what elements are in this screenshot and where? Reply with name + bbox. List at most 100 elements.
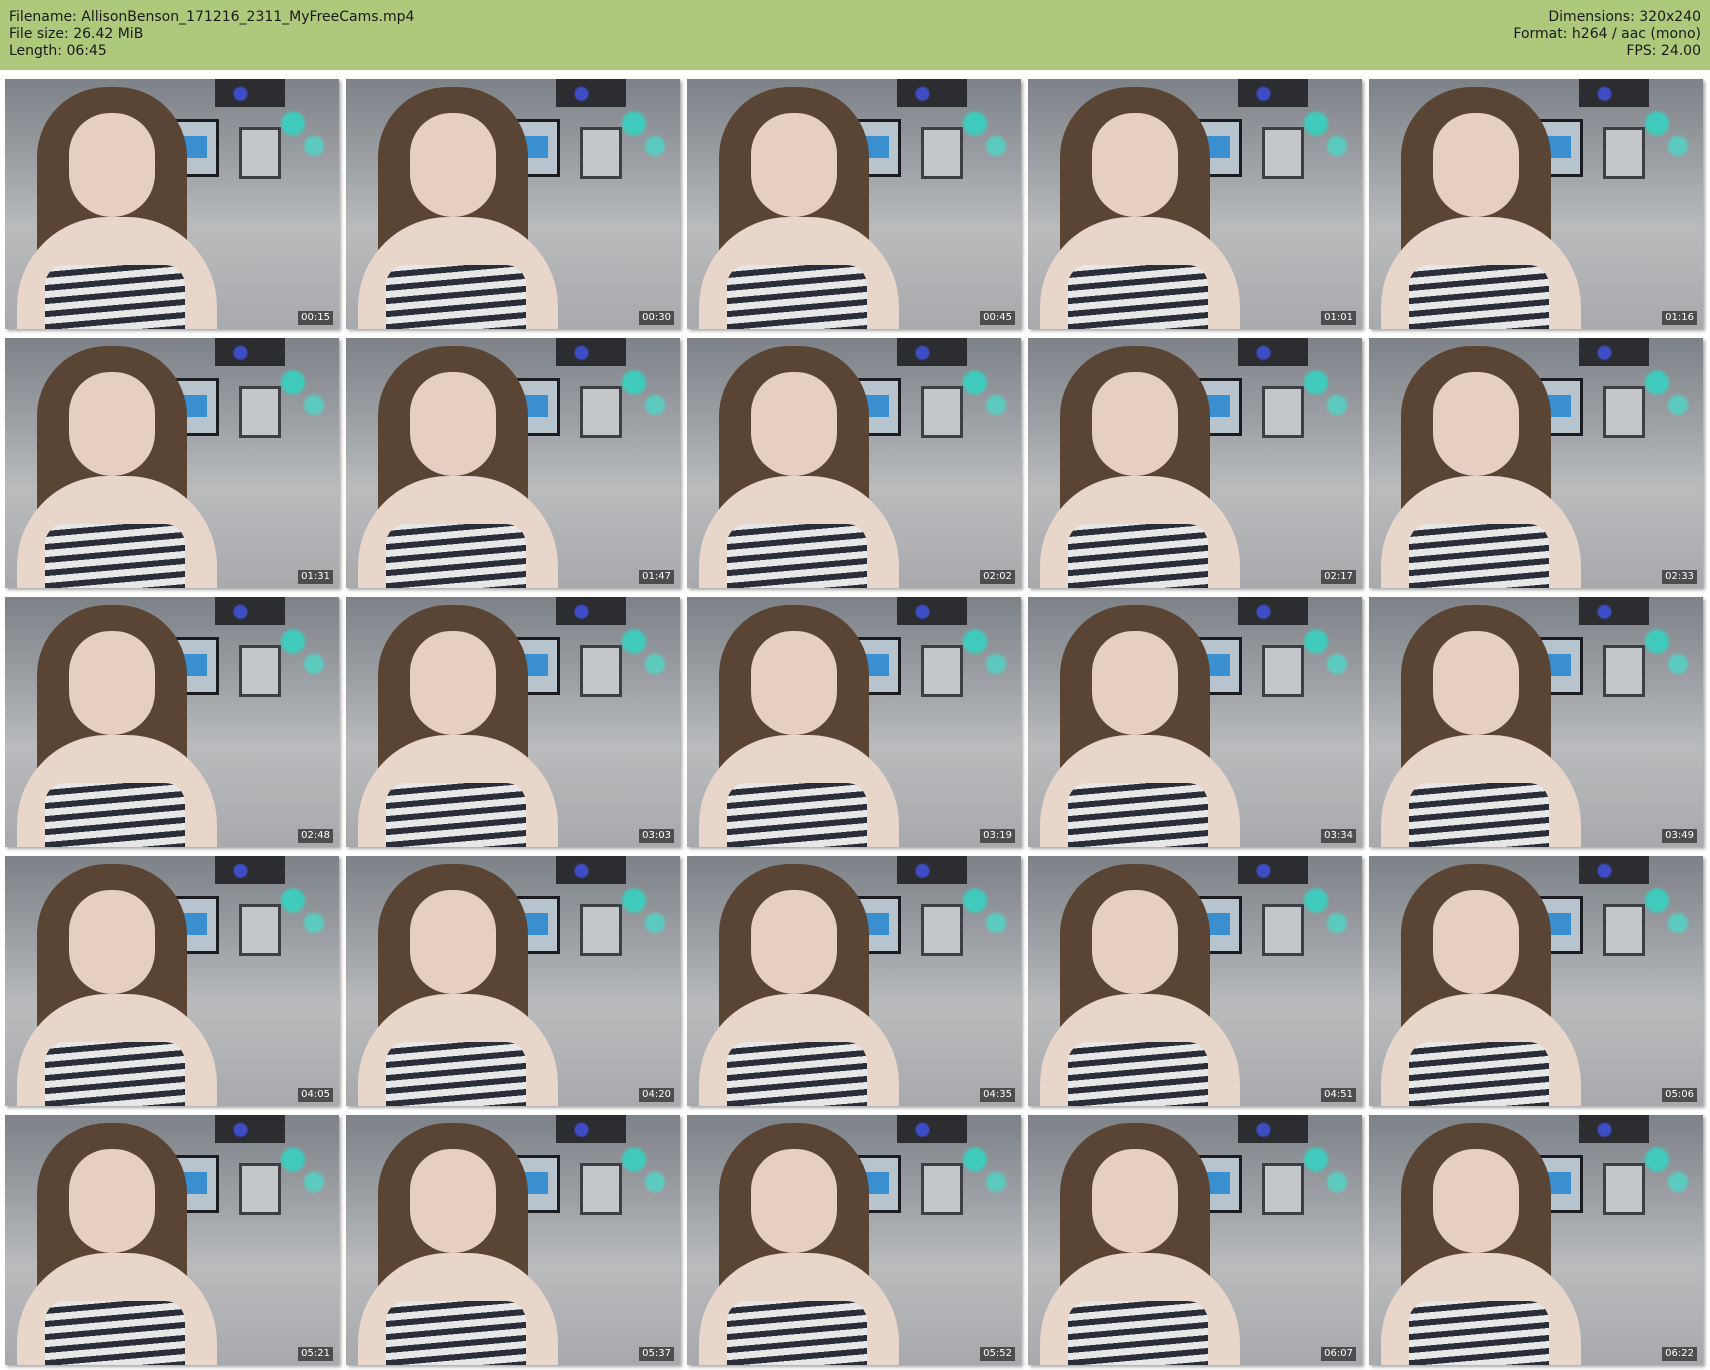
video-thumbnail[interactable]: 06:22 [1369,1115,1703,1365]
thumbnail-timestamp: 00:30 [639,311,674,325]
wall-poster [580,127,622,179]
thumbnail-timestamp: 06:07 [1321,1347,1356,1361]
wall-poster [1603,645,1645,697]
striped-top [727,524,867,588]
face-shape [1433,372,1519,476]
video-thumbnail[interactable]: 02:17 [1028,338,1362,588]
filename-text: Filename: AllisonBenson_171216_2311_MyFr… [9,9,415,25]
wall-poster [239,386,281,438]
person-figure [699,1123,899,1365]
person-figure [358,346,558,588]
video-thumbnail[interactable]: 04:20 [346,856,680,1106]
face-shape [410,1149,496,1253]
wall-poster [1603,904,1645,956]
face-shape [751,372,837,476]
wall-poster [921,1163,963,1215]
video-thumbnail[interactable]: 01:01 [1028,79,1362,329]
video-thumbnail[interactable]: 01:31 [5,338,339,588]
person-figure [1040,346,1240,588]
thumbnail-timestamp: 01:01 [1321,311,1356,325]
thumbnail-timestamp: 05:52 [980,1347,1015,1361]
person-figure [1381,346,1581,588]
striped-top [45,265,185,329]
file-meta-left: Filename: AllisonBenson_171216_2311_MyFr… [9,9,414,60]
thumbnail-timestamp: 02:48 [298,829,333,843]
striped-top [1409,783,1549,847]
face-shape [69,631,155,735]
wall-poster [1262,386,1304,438]
video-thumbnail[interactable]: 00:30 [346,79,680,329]
person-figure [358,87,558,329]
video-thumbnail[interactable]: 05:52 [687,1115,1021,1365]
video-thumbnail[interactable]: 01:47 [346,338,680,588]
thumbnail-timestamp: 04:05 [298,1088,333,1102]
person-figure [699,346,899,588]
thumbnail-grid: 00:15 00:30 00:45 01:01 01:16 01:31 01:47 02:02… [5,79,1705,1365]
striped-top [386,783,526,847]
person-figure [1040,864,1240,1106]
face-shape [751,113,837,217]
person-figure [17,605,217,847]
video-thumbnail[interactable]: 04:35 [687,856,1021,1106]
face-shape [1092,631,1178,735]
thumbnail-timestamp: 02:17 [1321,570,1356,584]
striped-top [45,1301,185,1365]
wall-poster [580,645,622,697]
video-thumbnail[interactable]: 02:48 [5,597,339,847]
thumbnail-timestamp: 04:35 [980,1088,1015,1102]
face-shape [751,890,837,994]
video-thumbnail[interactable]: 01:16 [1369,79,1703,329]
video-thumbnail[interactable]: 00:45 [687,79,1021,329]
face-shape [1433,890,1519,994]
striped-top [1409,265,1549,329]
face-shape [1092,890,1178,994]
striped-top [727,783,867,847]
wall-poster [239,904,281,956]
video-thumbnail[interactable]: 03:49 [1369,597,1703,847]
thumbnail-timestamp: 05:37 [639,1347,674,1361]
video-thumbnail[interactable]: 05:06 [1369,856,1703,1106]
person-figure [699,605,899,847]
wall-poster [1603,386,1645,438]
video-thumbnail[interactable]: 03:34 [1028,597,1362,847]
person-figure [358,605,558,847]
person-figure [1040,605,1240,847]
thumbnail-timestamp: 01:47 [639,570,674,584]
video-thumbnail[interactable]: 04:51 [1028,856,1362,1106]
striped-top [1068,783,1208,847]
wall-poster [1262,1163,1304,1215]
striped-top [727,265,867,329]
video-thumbnail[interactable]: 03:03 [346,597,680,847]
thumbnail-timestamp: 04:20 [639,1088,674,1102]
wall-poster [1262,904,1304,956]
wall-poster [1262,127,1304,179]
wall-poster [921,127,963,179]
video-thumbnail[interactable]: 06:07 [1028,1115,1362,1365]
video-thumbnail[interactable]: 05:21 [5,1115,339,1365]
thumbnail-timestamp: 02:02 [980,570,1015,584]
face-shape [1092,372,1178,476]
striped-top [1068,265,1208,329]
face-shape [1433,113,1519,217]
video-thumbnail[interactable]: 00:15 [5,79,339,329]
wall-poster [1603,1163,1645,1215]
video-thumbnail[interactable]: 02:33 [1369,338,1703,588]
video-thumbnail[interactable]: 05:37 [346,1115,680,1365]
dimensions-text: Dimensions: 320x240 [1548,9,1701,25]
striped-top [1409,1301,1549,1365]
thumbnail-timestamp: 06:22 [1662,1347,1697,1361]
video-thumbnail[interactable]: 03:19 [687,597,1021,847]
wall-poster [239,645,281,697]
person-figure [17,864,217,1106]
wall-poster [580,1163,622,1215]
striped-top [386,1042,526,1106]
striped-top [45,783,185,847]
face-shape [751,631,837,735]
striped-top [1409,524,1549,588]
face-shape [69,890,155,994]
video-thumbnail[interactable]: 02:02 [687,338,1021,588]
wall-poster [921,904,963,956]
striped-top [727,1042,867,1106]
video-thumbnail[interactable]: 04:05 [5,856,339,1106]
person-figure [1381,864,1581,1106]
